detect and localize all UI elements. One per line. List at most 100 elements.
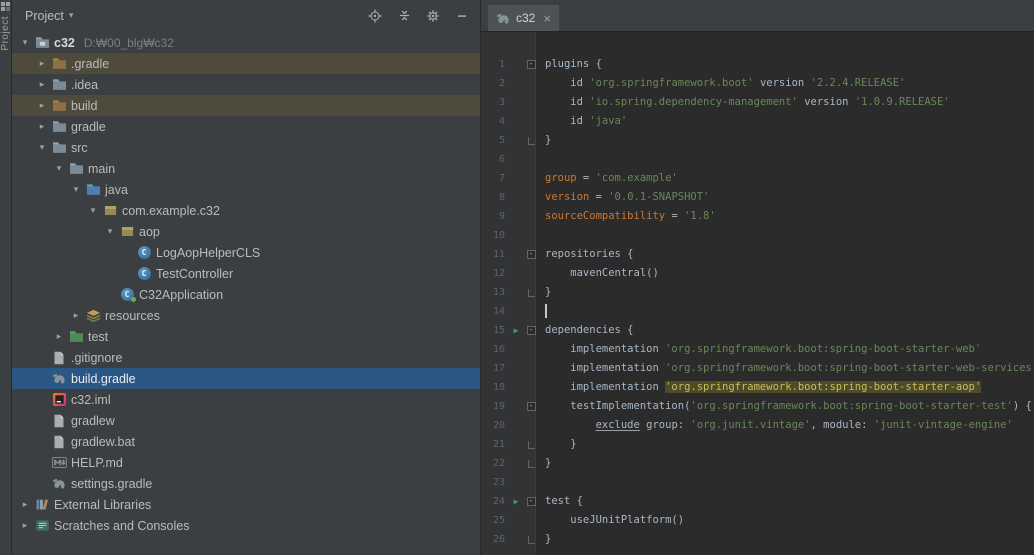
collapse-all-icon[interactable] — [396, 8, 412, 24]
code-line-5[interactable]: 5} — [481, 131, 1034, 150]
fold-start-icon[interactable]: - — [523, 55, 539, 74]
code-line-15[interactable]: 15 ▶ - dependencies { — [481, 321, 1034, 340]
settings-gear-icon[interactable] — [425, 8, 441, 24]
hide-panel-icon[interactable] — [454, 8, 470, 24]
expand-arrow-icon[interactable]: ▸ — [34, 121, 50, 132]
code-line-13[interactable]: 13} — [481, 283, 1034, 302]
code-line-12[interactable]: 12 mavenCentral() — [481, 264, 1034, 283]
gutter-space — [509, 93, 523, 112]
run-task-icon[interactable]: ▶ — [509, 321, 523, 340]
code-text: } — [539, 530, 551, 549]
code-line-16[interactable]: 16 implementation 'org.springframework.b… — [481, 340, 1034, 359]
gutter-space — [509, 245, 523, 264]
code-text: version = '0.0.1-SNAPSHOT' — [539, 188, 709, 207]
collapse-arrow-icon[interactable]: ▾ — [17, 37, 33, 48]
run-task-icon[interactable]: ▶ — [509, 492, 523, 511]
tree-item-aop[interactable]: ▾ aop — [12, 221, 480, 242]
collapse-arrow-icon[interactable]: ▾ — [85, 205, 101, 216]
fold-end-icon[interactable] — [523, 530, 539, 549]
gutter-space — [509, 511, 523, 530]
code-line-11[interactable]: 11 - repositories { — [481, 245, 1034, 264]
code-line-6[interactable]: 6 — [481, 150, 1034, 169]
tree-item-gradle[interactable]: ▸ gradle — [12, 116, 480, 137]
collapse-arrow-icon[interactable]: ▾ — [68, 184, 84, 195]
tree-item-scratches-and-consoles[interactable]: ▸ Scratches and Consoles — [12, 515, 480, 536]
code-line-24[interactable]: 24 ▶ - test { — [481, 492, 1034, 511]
text-caret — [545, 304, 547, 318]
expand-arrow-icon[interactable]: ▸ — [34, 79, 50, 90]
code-line-19[interactable]: 19 - testImplementation('org.springframew… — [481, 397, 1034, 416]
expand-arrow-icon[interactable]: ▸ — [34, 58, 50, 69]
expand-arrow-icon[interactable]: ▸ — [17, 499, 33, 510]
tree-item-main[interactable]: ▾ main — [12, 158, 480, 179]
tool-windows-grid-icon[interactable] — [1, 2, 10, 11]
fold-start-icon[interactable]: - — [523, 321, 539, 340]
tree-item-c32[interactable]: ▾ c32 D:₩00_blg₩c32 — [12, 32, 480, 53]
collapse-arrow-icon[interactable]: ▾ — [51, 163, 67, 174]
tool-button-project[interactable]: Project — [0, 16, 11, 51]
code-editor[interactable]: 1- plugins {2 id 'org.springframework.boo… — [481, 32, 1034, 555]
expand-arrow-icon[interactable]: ▸ — [68, 310, 84, 321]
fold-start-icon[interactable]: - — [523, 492, 539, 511]
code-line-9[interactable]: 9 sourceCompatibility = '1.8' — [481, 207, 1034, 226]
code-line-21[interactable]: 21 } — [481, 435, 1034, 454]
code-line-22[interactable]: 22} — [481, 454, 1034, 473]
tree-item-help-md[interactable]: HELP.md — [12, 452, 480, 473]
code-token: implementation — [545, 381, 666, 393]
fold-end-icon[interactable] — [523, 435, 539, 454]
fold-end-icon[interactable] — [523, 283, 539, 302]
tree-item-com-example-c32[interactable]: ▾ com.example.c32 — [12, 200, 480, 221]
code-line-3[interactable]: 3 id 'io.spring.dependency-management' v… — [481, 93, 1034, 112]
collapse-arrow-icon[interactable]: ▾ — [34, 142, 50, 153]
fold-start-icon[interactable]: - — [523, 245, 539, 264]
project-view-selector[interactable]: Project ▾ — [25, 9, 73, 23]
code-text: id 'java' — [539, 112, 627, 131]
tree-item-gradlew-bat[interactable]: gradlew.bat — [12, 431, 480, 452]
fold-end-icon[interactable] — [523, 131, 539, 150]
code-line-17[interactable]: 17 implementation 'org.springframework.b… — [481, 359, 1034, 378]
code-line-25[interactable]: 25 useJUnitPlatform() — [481, 511, 1034, 530]
fold-start-icon[interactable]: - — [523, 397, 539, 416]
code-line-26[interactable]: 26} — [481, 530, 1034, 549]
tree-item-build[interactable]: ▸ build — [12, 95, 480, 116]
tree-item-resources[interactable]: ▸ resources — [12, 305, 480, 326]
collapse-arrow-icon[interactable]: ▾ — [102, 226, 118, 237]
tree-item-settings-gradle[interactable]: settings.gradle — [12, 473, 480, 494]
expand-arrow-icon[interactable]: ▸ — [17, 520, 33, 531]
tree-item-c32-iml[interactable]: c32.iml — [12, 389, 480, 410]
fold-end-icon[interactable] — [523, 454, 539, 473]
tree-item-testcontroller[interactable]: C TestController — [12, 263, 480, 284]
code-token: ) { — [1012, 400, 1032, 412]
code-line-14[interactable]: 14 — [481, 302, 1034, 321]
code-line-20[interactable]: 20 exclude group: 'org.junit.vintage', m… — [481, 416, 1034, 435]
tree-item-c32application[interactable]: C C32Application — [12, 284, 480, 305]
file-icon — [50, 435, 68, 449]
code-line-7[interactable]: 7 group = 'com.example' — [481, 169, 1034, 188]
tree-item-gradle[interactable]: ▸ .gradle — [12, 53, 480, 74]
tree-item-logaophelpercls[interactable]: C LogAopHelperCLS — [12, 242, 480, 263]
code-line-10[interactable]: 10 — [481, 226, 1034, 245]
code-line-2[interactable]: 2 id 'org.springframework.boot' version … — [481, 74, 1034, 93]
tree-item-label: aop — [139, 224, 160, 239]
tree-item-idea[interactable]: ▸ .idea — [12, 74, 480, 95]
editor-tab-c32[interactable]: c32 × — [488, 5, 559, 31]
tree-item-gitignore[interactable]: .gitignore — [12, 347, 480, 368]
code-line-8[interactable]: 8 version = '0.0.1-SNAPSHOT' — [481, 188, 1034, 207]
code-token: = — [576, 172, 596, 184]
tree-item-external-libraries[interactable]: ▸ External Libraries — [12, 494, 480, 515]
expand-arrow-icon[interactable]: ▸ — [34, 100, 50, 111]
gutter-space — [523, 378, 539, 397]
code-line-18[interactable]: 18 implementation 'org.springframework.b… — [481, 378, 1034, 397]
tree-item-src[interactable]: ▾ src — [12, 137, 480, 158]
tree-item-test[interactable]: ▸ test — [12, 326, 480, 347]
tree-item-build-gradle[interactable]: build.gradle — [12, 368, 480, 389]
expand-arrow-icon[interactable]: ▸ — [51, 331, 67, 342]
code-line-1[interactable]: 1 - plugins { — [481, 55, 1034, 74]
locate-opened-file-icon[interactable] — [367, 8, 383, 24]
close-tab-icon[interactable]: × — [543, 12, 551, 25]
source-folder-icon — [84, 183, 102, 196]
tree-item-gradlew[interactable]: gradlew — [12, 410, 480, 431]
code-line-4[interactable]: 4 id 'java' — [481, 112, 1034, 131]
code-line-23[interactable]: 23 — [481, 473, 1034, 492]
tree-item-java[interactable]: ▾ java — [12, 179, 480, 200]
